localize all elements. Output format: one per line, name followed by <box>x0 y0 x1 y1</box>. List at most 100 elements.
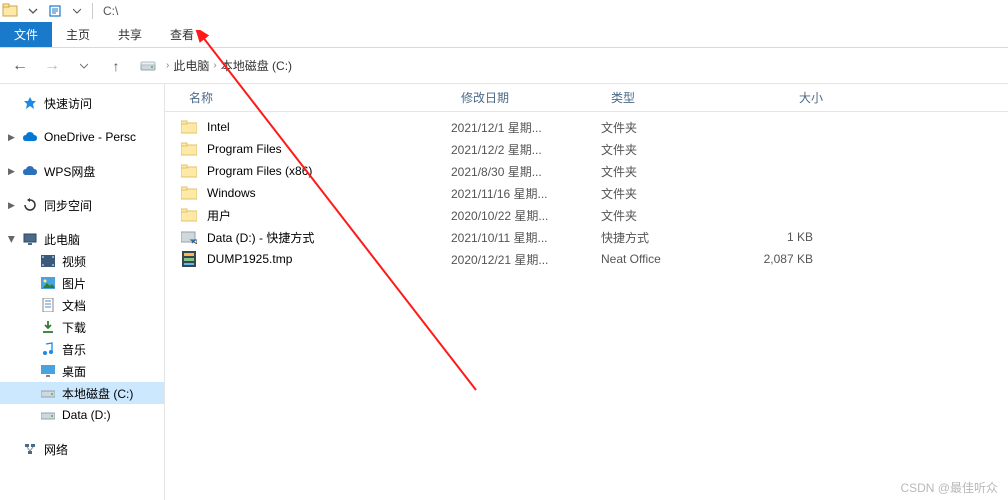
ribbon-tabs: 文件 主页 共享 查看 <box>0 22 1008 48</box>
column-headers: 名称 修改日期 类型 大小 <box>165 84 1008 112</box>
column-date[interactable]: 修改日期 <box>453 89 603 106</box>
file-row[interactable]: DUMP1925.tmp 2020/12/21 星期...Neat Office2… <box>165 248 1008 270</box>
content-pane: 名称 修改日期 类型 大小 Intel2021/12/1 星期...文件夹Pro… <box>165 84 1008 500</box>
file-date: 2021/10/11 星期... <box>443 229 593 246</box>
drive-icon <box>140 58 156 74</box>
breadcrumb-root[interactable]: 此电脑 <box>173 57 209 74</box>
back-button[interactable]: ← <box>6 52 34 80</box>
file-date: 2021/12/2 星期... <box>443 141 593 158</box>
sidebar-pictures[interactable]: 图片 <box>0 272 164 294</box>
tab-home[interactable]: 主页 <box>52 22 104 47</box>
breadcrumb-current[interactable]: 本地磁盘 (C:) <box>221 57 292 74</box>
sidebar-network[interactable]: 网络 <box>0 438 164 460</box>
sidebar-desktop[interactable]: 桌面 <box>0 360 164 382</box>
sidebar-drive-d[interactable]: Data (D:) <box>0 404 164 426</box>
network-icon <box>22 441 38 457</box>
window-title: C:\ <box>103 4 118 18</box>
file-date: 2021/8/30 星期... <box>443 163 593 180</box>
file-name: Program Files <box>207 142 282 156</box>
file-type: 文件夹 <box>593 119 723 136</box>
sidebar-downloads[interactable]: 下载 <box>0 316 164 338</box>
column-name[interactable]: 名称 <box>181 89 453 106</box>
titlebar-divider <box>92 3 93 19</box>
file-size: 1 KB <box>723 230 833 244</box>
folder-icon <box>181 163 197 179</box>
desktop-icon <box>40 363 56 379</box>
chevron-right-icon[interactable]: ▶ <box>8 200 15 211</box>
chevron-right-icon[interactable]: ▶ <box>8 132 15 143</box>
column-size[interactable]: 大小 <box>733 89 843 106</box>
recent-dropdown-icon[interactable] <box>70 52 98 80</box>
file-name: Windows <box>207 186 256 200</box>
drive-icon <box>40 385 56 401</box>
file-row[interactable]: Program Files (x86) 2021/8/30 星期...文件夹 <box>165 160 1008 182</box>
folder-icon <box>181 207 197 223</box>
sync-icon <box>22 197 38 213</box>
file-row[interactable]: Intel 2021/12/1 星期...文件夹 <box>165 116 1008 138</box>
file-date: 2020/12/21 星期... <box>443 251 593 268</box>
file-name: 用户 <box>207 207 231 224</box>
sidebar-this-pc[interactable]: ▶ 此电脑 <box>0 228 164 250</box>
sidebar-documents[interactable]: 文档 <box>0 294 164 316</box>
sidebar: 快速访问 ▶ OneDrive - Persc ▶ WPS网盘 ▶ 同步空间 ▶… <box>0 84 165 500</box>
qat-dropdown-icon[interactable] <box>22 1 44 21</box>
sidebar-sync[interactable]: ▶ 同步空间 <box>0 194 164 216</box>
file-name: Data (D:) - 快捷方式 <box>207 229 314 246</box>
folder-icon <box>181 185 197 201</box>
wps-icon <box>22 163 38 179</box>
sidebar-videos[interactable]: 视频 <box>0 250 164 272</box>
picture-icon <box>40 275 56 291</box>
file-type: 文件夹 <box>593 141 723 158</box>
music-icon <box>40 341 56 357</box>
file-type: 快捷方式 <box>593 229 723 246</box>
breadcrumb-sep-icon: › <box>166 60 169 71</box>
file-row[interactable]: Windows 2021/11/16 星期...文件夹 <box>165 182 1008 204</box>
chevron-down-icon[interactable]: ▶ <box>6 236 17 243</box>
tab-file[interactable]: 文件 <box>0 22 52 47</box>
sidebar-drive-c[interactable]: 本地磁盘 (C:) <box>0 382 164 404</box>
file-date: 2021/12/1 星期... <box>443 119 593 136</box>
file-icon <box>181 251 197 267</box>
tab-share[interactable]: 共享 <box>104 22 156 47</box>
star-icon <box>22 95 38 111</box>
file-type: 文件夹 <box>593 163 723 180</box>
file-row[interactable]: 用户 2020/10/22 星期...文件夹 <box>165 204 1008 226</box>
cloud-icon <box>22 129 38 145</box>
drive-icon <box>40 407 56 423</box>
file-type: 文件夹 <box>593 207 723 224</box>
tab-view[interactable]: 查看 <box>156 22 208 47</box>
column-type[interactable]: 类型 <box>603 89 733 106</box>
sidebar-quick-access[interactable]: 快速访问 <box>0 92 164 114</box>
pc-icon <box>22 231 38 247</box>
chevron-right-icon[interactable]: ▶ <box>8 166 15 177</box>
sidebar-music[interactable]: 音乐 <box>0 338 164 360</box>
shortcut-icon <box>181 229 197 245</box>
file-size: 2,087 KB <box>723 252 833 266</box>
document-icon <box>40 297 56 313</box>
download-icon <box>40 319 56 335</box>
file-name: Intel <box>207 120 230 134</box>
window-icon <box>2 3 18 19</box>
folder-icon <box>181 141 197 157</box>
file-type: Neat Office <box>593 252 723 266</box>
nav-bar: ← → ↑ › 此电脑 › 本地磁盘 (C:) <box>0 48 1008 84</box>
file-row[interactable]: Program Files 2021/12/2 星期...文件夹 <box>165 138 1008 160</box>
file-type: 文件夹 <box>593 185 723 202</box>
breadcrumb-sep-icon: › <box>213 60 216 71</box>
up-button[interactable]: ↑ <box>102 52 130 80</box>
file-row[interactable]: Data (D:) - 快捷方式 2021/10/11 星期...快捷方式1 KB <box>165 226 1008 248</box>
qat-customize-icon[interactable] <box>66 1 88 21</box>
file-date: 2021/11/16 星期... <box>443 185 593 202</box>
sidebar-onedrive[interactable]: ▶ OneDrive - Persc <box>0 126 164 148</box>
file-list: Intel2021/12/1 星期...文件夹Program Files2021… <box>165 112 1008 270</box>
file-name: DUMP1925.tmp <box>207 252 292 266</box>
sidebar-wps[interactable]: ▶ WPS网盘 <box>0 160 164 182</box>
qat-properties-icon[interactable] <box>44 1 66 21</box>
watermark: CSDN @最佳听众 <box>900 479 998 496</box>
forward-button[interactable]: → <box>38 52 66 80</box>
file-name: Program Files (x86) <box>207 164 312 178</box>
video-icon <box>40 253 56 269</box>
breadcrumb[interactable]: › 此电脑 › 本地磁盘 (C:) <box>138 53 296 79</box>
file-date: 2020/10/22 星期... <box>443 207 593 224</box>
folder-icon <box>181 119 197 135</box>
